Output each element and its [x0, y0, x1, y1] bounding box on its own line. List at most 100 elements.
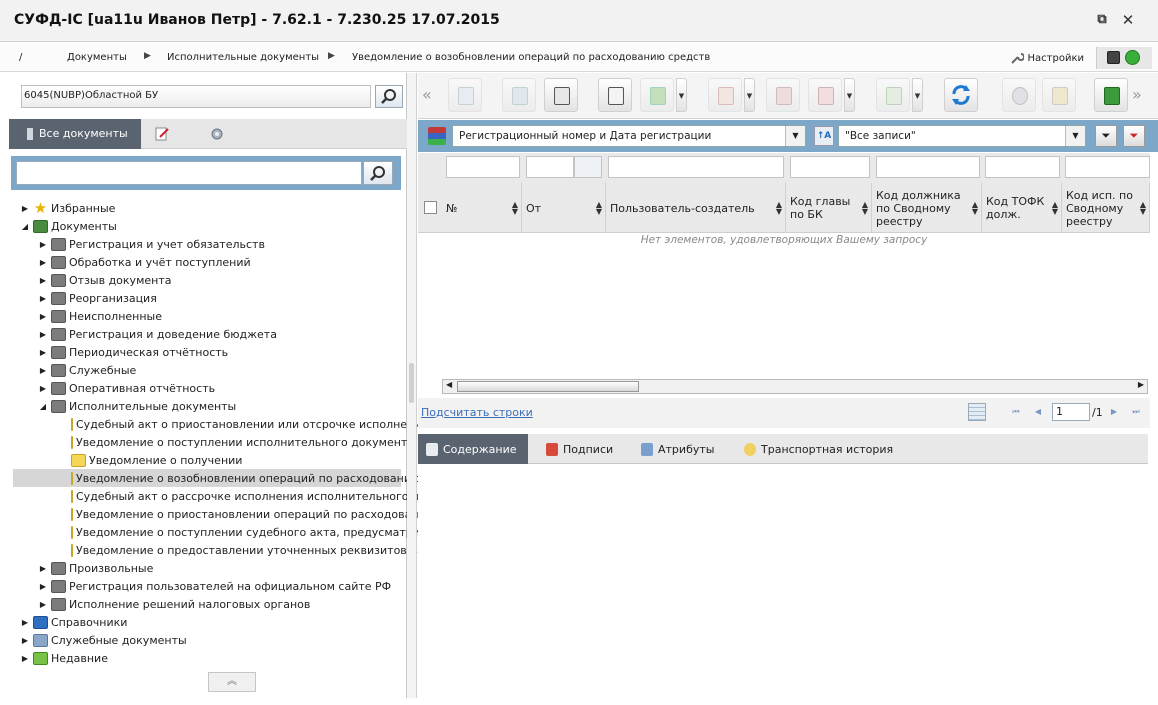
collapsed-toggle-icon[interactable]: ▶: [37, 348, 49, 357]
tree-node[interactable]: Уведомление о приостановлении операций п…: [13, 505, 426, 523]
collapsed-toggle-icon[interactable]: ▶: [37, 312, 49, 321]
select-all-checkbox[interactable]: [424, 201, 437, 214]
scroll-right-icon[interactable]: ▶: [1138, 380, 1144, 389]
last-page-icon[interactable]: ⏭: [1128, 404, 1144, 420]
tree-node[interactable]: ▶ Справочники: [19, 613, 127, 631]
check-signature-button[interactable]: [766, 78, 800, 112]
horizontal-scrollbar[interactable]: ◀ ▶: [442, 379, 1148, 394]
tree-node[interactable]: ▶ Служебные: [37, 361, 136, 379]
tab-signatures[interactable]: Подписи: [538, 434, 621, 464]
scroll-thumb[interactable]: [457, 381, 639, 392]
next-page-icon[interactable]: ▶: [1106, 404, 1122, 420]
filter-date-input[interactable]: [526, 156, 574, 178]
export-dropdown[interactable]: ▼: [912, 78, 923, 112]
remove-signature-dropdown[interactable]: ▼: [844, 78, 855, 112]
tree-node[interactable]: Уведомление о поступлении судебного акта…: [13, 523, 426, 541]
gear-icon[interactable]: [209, 126, 225, 142]
clear-filter-button[interactable]: ⏷: [1123, 125, 1145, 147]
collapsed-toggle-icon[interactable]: ▶: [37, 366, 49, 375]
collapsed-toggle-icon[interactable]: ▶: [19, 204, 31, 213]
collapsed-toggle-icon[interactable]: ▶: [37, 240, 49, 249]
prev-page-icon[interactable]: ◀: [1030, 404, 1046, 420]
tree-node[interactable]: Уведомление о поступлении исполнительног…: [13, 433, 414, 451]
tab-all-documents[interactable]: Все документы: [9, 119, 141, 149]
restore-icon[interactable]: ⧉: [1094, 12, 1110, 28]
expanded-toggle-icon[interactable]: ◢: [19, 222, 31, 231]
tree-node[interactable]: Судебный акт о приостановлении или отсро…: [13, 415, 428, 433]
column-exec-code[interactable]: Код исп. по Сводному реестру ▲ ▼: [1062, 183, 1150, 233]
print-button[interactable]: [544, 78, 578, 112]
collapsed-toggle-icon[interactable]: ▶: [37, 582, 49, 591]
collapsed-toggle-icon[interactable]: ▶: [19, 636, 31, 645]
close-icon[interactable]: ✕: [1120, 12, 1136, 28]
tree-node[interactable]: Уведомление о получении: [13, 451, 401, 469]
collapse-panel-button[interactable]: ︽: [208, 672, 256, 692]
tree-node[interactable]: ▶ Регистрация пользователей на официально…: [37, 577, 391, 595]
export-button[interactable]: [876, 78, 910, 112]
breadcrumb-documents[interactable]: Документы: [67, 52, 127, 63]
collapsed-toggle-icon[interactable]: ▶: [37, 564, 49, 573]
archive-button[interactable]: [1042, 78, 1076, 112]
org-field[interactable]: 6045(NUBP)Областной БУ: [21, 85, 371, 108]
tree-node[interactable]: ▶ ★ Избранные: [19, 199, 116, 217]
tree-node[interactable]: ▶ Реорганизация: [37, 289, 157, 307]
collapsed-toggle-icon[interactable]: ▶: [19, 618, 31, 627]
expanded-toggle-icon[interactable]: ◢: [37, 402, 49, 411]
column-chapter-code[interactable]: Код главы по БК ▲ ▼: [786, 183, 872, 233]
collapsed-toggle-icon[interactable]: ▶: [37, 258, 49, 267]
column-number[interactable]: № ▲ ▼: [442, 183, 522, 233]
count-rows-link[interactable]: Подсчитать строки: [421, 406, 533, 419]
filter-creator-input[interactable]: [608, 156, 784, 178]
tree-node[interactable]: Уведомление о возобновлении операций по …: [13, 469, 420, 487]
collapsed-toggle-icon[interactable]: ▶: [37, 330, 49, 339]
remove-signature-button[interactable]: [808, 78, 842, 112]
filter-exec-input[interactable]: [1065, 156, 1150, 178]
tab-transport-history[interactable]: Транспортная история: [736, 434, 901, 464]
tree-node[interactable]: ▶ Исполнение решений налоговых органов: [37, 595, 310, 613]
collapsed-toggle-icon[interactable]: ▶: [37, 294, 49, 303]
breadcrumb-root[interactable]: /: [19, 52, 22, 63]
collapsed-toggle-icon[interactable]: ▶: [19, 654, 31, 663]
tree-node[interactable]: ▶ Служебные документы: [19, 631, 187, 649]
column-creator[interactable]: Пользователь-создатель ▲ ▼: [606, 183, 786, 233]
tree-node[interactable]: ◢ Исполнительные документы: [37, 397, 236, 415]
exit-button[interactable]: [1094, 78, 1128, 112]
grid-view-icon[interactable]: [968, 403, 986, 421]
minimize-panel-icon[interactable]: [1107, 51, 1120, 64]
tree-node[interactable]: ▶ Периодическая отчётность: [37, 343, 228, 361]
toolbar-scroll-right-icon[interactable]: »: [1132, 85, 1142, 104]
tree-node[interactable]: Судебный акт о рассрочке исполнения испо…: [13, 487, 433, 505]
import-button[interactable]: [640, 78, 674, 112]
tree-node[interactable]: ▶ Отзыв документа: [37, 271, 171, 289]
sign-button[interactable]: [708, 78, 742, 112]
filter-chapter-input[interactable]: [790, 156, 870, 178]
refresh-button[interactable]: [944, 78, 978, 112]
tree-node[interactable]: ▶ Обработка и учёт поступлений: [37, 253, 251, 271]
import-dropdown[interactable]: ▼: [676, 78, 687, 112]
collapsed-toggle-icon[interactable]: ▶: [37, 276, 49, 285]
edit-document-icon[interactable]: [154, 127, 170, 141]
panel-splitter[interactable]: [407, 73, 417, 698]
copy-document-button[interactable]: [502, 78, 536, 112]
page-number-input[interactable]: 1: [1052, 403, 1090, 421]
sort-direction-button[interactable]: ↑A: [814, 126, 834, 146]
first-page-icon[interactable]: ⏮: [1008, 404, 1024, 420]
tree-node[interactable]: ▶ Недавние: [19, 649, 108, 667]
preview-button[interactable]: [598, 78, 632, 112]
org-search-button[interactable]: [375, 85, 403, 108]
breadcrumb-exec-docs[interactable]: Исполнительные документы: [167, 52, 319, 63]
filter-number-input[interactable]: [446, 156, 520, 178]
tree-search-button[interactable]: [363, 161, 393, 185]
filter-tofk-input[interactable]: [985, 156, 1060, 178]
collapsed-toggle-icon[interactable]: ▶: [37, 384, 49, 393]
tree-node[interactable]: ▶ Произвольные: [37, 559, 153, 577]
records-select[interactable]: "Все записи" ▼: [838, 125, 1086, 147]
tree-node[interactable]: ▶ Регистрация и доведение бюджета: [37, 325, 277, 343]
tab-content[interactable]: Содержание: [418, 434, 528, 464]
toolbar-scroll-left-icon[interactable]: «: [422, 85, 432, 104]
tree-node[interactable]: ▶ Регистрация и учет обязательств: [37, 235, 265, 253]
tree-node[interactable]: ◢ Документы: [19, 217, 117, 235]
settings-button[interactable]: Настройки: [1010, 51, 1084, 65]
column-from[interactable]: От ▲ ▼: [522, 183, 606, 233]
tree-node[interactable]: Уведомление о предоставлении уточненных …: [13, 541, 424, 559]
